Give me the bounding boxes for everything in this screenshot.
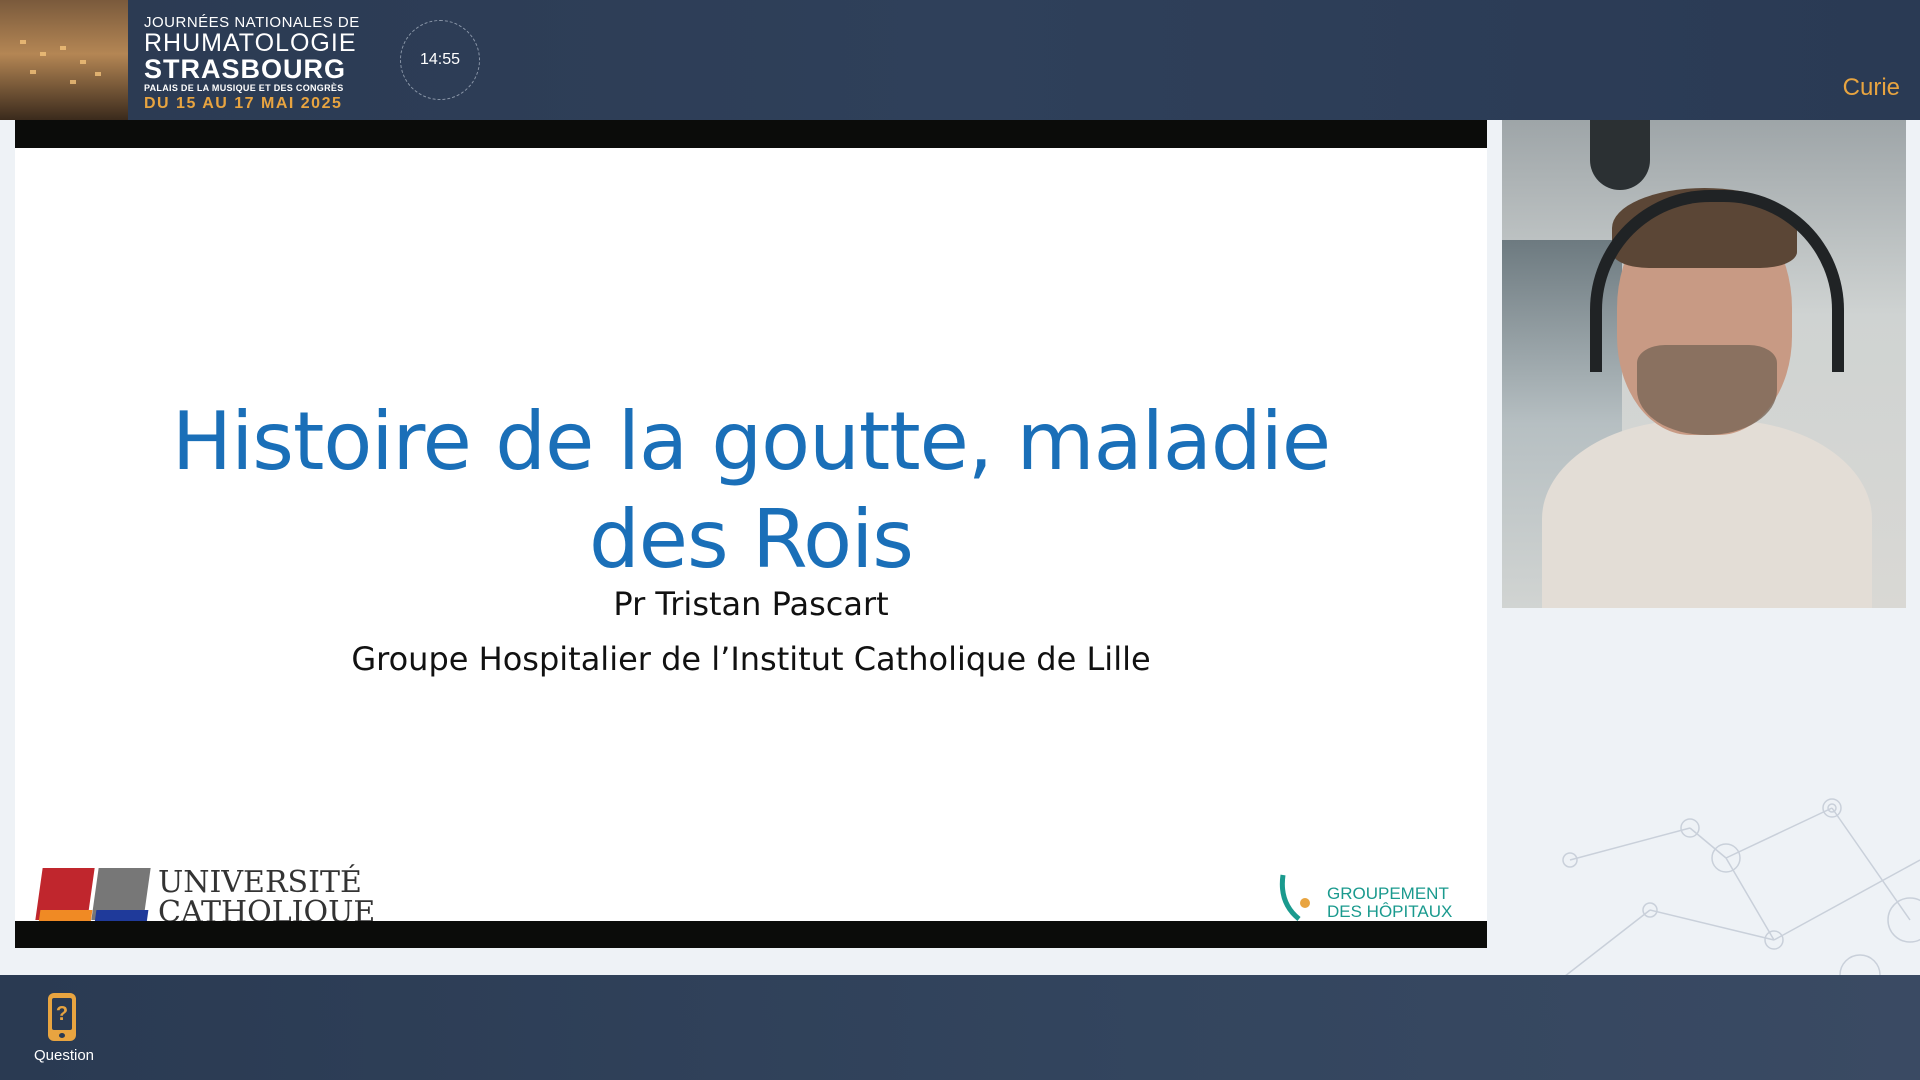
logo-left-text: UNIVERSITÉ CATHOLIQUE [158, 865, 376, 922]
logo-right-line-2: DES HÔPITAUX [1327, 902, 1453, 921]
room-name: Curie [1842, 74, 1900, 101]
emblem-lower-left [37, 910, 93, 921]
slide-title: Histoire de la goutte, maladie des Rois [15, 393, 1487, 589]
speaker-webcam [1502, 120, 1906, 608]
brand-line-4: PALAIS DE LA MUSIQUE ET DES CONGRÈS [144, 83, 344, 93]
footer-bar: ? Question [0, 975, 1920, 1080]
session-clock: 14:55 [400, 20, 480, 100]
logo-left-line-2: CATHOLIQUE [158, 895, 376, 922]
slide-title-line-1: Histoire de la goutte, maladie [171, 395, 1331, 488]
phone-question-icon: ? [48, 993, 76, 1041]
slide-player: Histoire de la goutte, maladie des Rois … [15, 120, 1487, 948]
decorative-network-graphic [1559, 798, 1920, 980]
brand-dates: DU 15 AU 17 MAI 2025 [144, 95, 343, 112]
universite-catholique-logo: UNIVERSITÉ CATHOLIQUE [25, 858, 375, 921]
slide-institution: Groupe Hospitalier de l’Institut Catholi… [351, 640, 1151, 678]
question-button[interactable]: ? Question [24, 993, 104, 1073]
speaker-body [1542, 420, 1872, 608]
slide-title-line-2: des Rois [589, 493, 914, 586]
logo-right-line-1: GROUPEMENT [1327, 884, 1449, 903]
brand-line-3: STRASBOURG [144, 54, 347, 84]
congress-logo: JOURNÉES NATIONALES DE RHUMATOLOGIE STRA… [144, 14, 360, 114]
presentation-slide: Histoire de la goutte, maladie des Rois … [15, 148, 1487, 921]
brand-line-2: RHUMATOLOGIE [144, 29, 357, 57]
groupement-swoosh-icon [1279, 874, 1310, 921]
question-label: Question [33, 1047, 95, 1064]
groupement-hopitaux-logo: GROUPEMENT DES HÔPITAUX [1267, 873, 1467, 921]
header-bar: JOURNÉES NATIONALES DE RHUMATOLOGIE STRA… [0, 0, 1920, 120]
logo-left-line-1: UNIVERSITÉ [158, 865, 362, 900]
logo-right-text: GROUPEMENT DES HÔPITAUX [1327, 885, 1452, 921]
background-lamp [1590, 120, 1650, 190]
slide-author: Pr Tristan Pascart [613, 585, 889, 623]
emblem-lower-right [93, 910, 149, 921]
congress-building-image [0, 0, 128, 120]
